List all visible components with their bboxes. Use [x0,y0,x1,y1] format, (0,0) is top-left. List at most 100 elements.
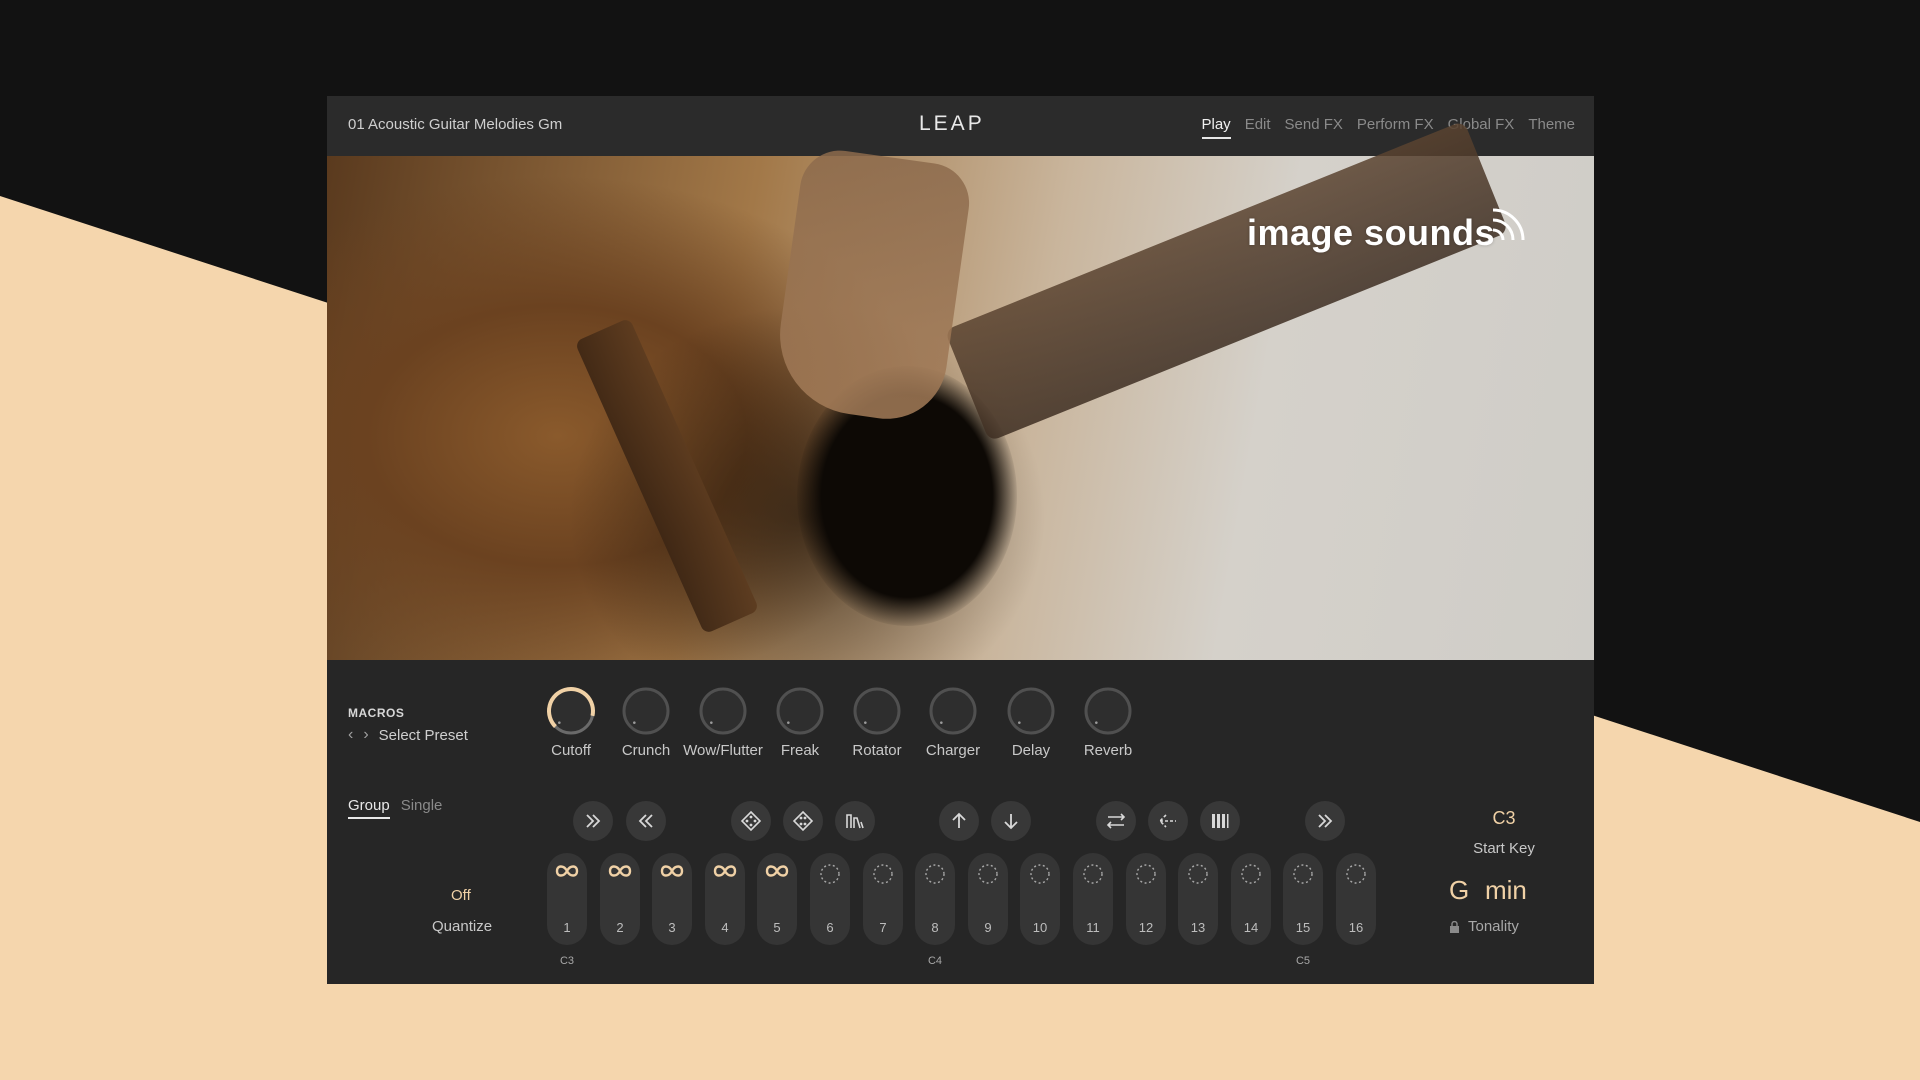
tonality-label-row: Tonality [1449,918,1519,935]
pad-number: 2 [616,920,624,935]
bars-button[interactable] [1200,801,1240,841]
empty-slot-icon [873,864,893,884]
pad-12[interactable]: 12 [1126,853,1166,945]
start-key-value[interactable]: C3 [1474,808,1534,829]
pad-8[interactable]: 8 [915,853,955,945]
empty-slot-icon [1293,864,1313,884]
rewind-icon [638,814,653,828]
fast-forward-icon [586,814,601,828]
leap-plugin-window: 01 Acoustic Guitar Melodies Gm LEAP Play… [327,96,1594,984]
tab-send-fx[interactable]: Send FX [1285,116,1343,139]
quantize-label: Quantize [432,918,493,935]
skip-forward-button[interactable] [1305,801,1345,841]
pad-4[interactable]: 4 [705,853,745,945]
empty-slot-icon [925,864,945,884]
knob-dial[interactable] [621,686,671,736]
dice-icon [740,810,762,832]
swap-button[interactable] [1096,801,1136,841]
pad-number: 13 [1190,920,1206,935]
tab-perform-fx[interactable]: Perform FX [1357,116,1434,139]
pad-3[interactable]: 3 [652,853,692,945]
brand-logo-text: image sounds [1247,212,1496,253]
tonality-key[interactable]: G [1449,875,1469,906]
pad-5[interactable]: 5 [757,853,797,945]
tab-play[interactable]: Play [1201,116,1231,139]
pad-number: 6 [826,920,834,935]
tab-group[interactable]: Group [348,797,390,819]
randomize-alt-button[interactable] [783,801,823,841]
pad-9[interactable]: 9 [968,853,1008,945]
dice-alt-icon [792,810,814,832]
empty-slot-icon [1346,864,1366,884]
octave-down-button[interactable] [991,801,1031,841]
empty-slot-icon [978,864,998,884]
infinity-icon [555,865,579,877]
empty-slot-icon [1241,864,1261,884]
pad-6[interactable]: 6 [810,853,850,945]
pad-number: 12 [1138,920,1154,935]
key-label-c5: C5 [1295,955,1311,967]
pad-16[interactable]: 16 [1336,853,1376,945]
skip-forward-icon [1318,814,1333,828]
reverse-button[interactable] [1148,801,1188,841]
infinity-icon [765,865,789,877]
empty-slot-icon [1188,864,1208,884]
key-label-c3: C3 [559,955,575,967]
pad-number: 4 [721,920,729,935]
brand-waves-icon [1492,208,1525,241]
chevron-left-icon[interactable]: ‹ [348,726,353,744]
knob-dial[interactable] [1006,686,1056,736]
macro-preset-selector[interactable]: ‹ › Select Preset [348,726,468,744]
rewind-button[interactable] [626,801,666,841]
octave-up-button[interactable] [939,801,979,841]
bars-icon [1212,814,1229,828]
randomize-button[interactable] [731,801,771,841]
guitar-neck-shape [944,120,1509,442]
tonality-label: Tonality [1468,918,1519,935]
empty-slot-icon [1030,864,1050,884]
knob-dial[interactable] [852,686,902,736]
quantize-value[interactable]: Off [451,887,471,904]
hero-image-guitar: image sounds [327,120,1594,660]
pad-1[interactable]: 1 [547,853,587,945]
knob-dial[interactable] [546,686,596,736]
select-preset-label[interactable]: Select Preset [379,727,468,744]
fast-forward-button[interactable] [573,801,613,841]
pad-number: 1 [563,920,571,935]
waveform-button[interactable] [835,801,875,841]
knob-dial[interactable] [928,686,978,736]
chevron-right-icon[interactable]: › [363,726,368,744]
pad-number: 3 [668,920,676,935]
knob-reverb[interactable]: Reverb [1058,686,1158,759]
pad-number: 9 [984,920,992,935]
knob-dial[interactable] [775,686,825,736]
lock-icon[interactable] [1449,920,1460,933]
pad-number: 10 [1032,920,1048,935]
pad-number: 15 [1295,920,1311,935]
pad-13[interactable]: 13 [1178,853,1218,945]
tonality-mode[interactable]: min [1485,875,1527,906]
swap-icon [1106,813,1126,829]
waveform-icon [846,814,864,829]
knob-dial[interactable] [1083,686,1133,736]
tab-theme[interactable]: Theme [1528,116,1575,139]
pad-14[interactable]: 14 [1231,853,1271,945]
tab-edit[interactable]: Edit [1245,116,1271,139]
pad-10[interactable]: 10 [1020,853,1060,945]
pad-number: 14 [1243,920,1259,935]
key-label-c4: C4 [927,955,943,967]
pad-7[interactable]: 7 [863,853,903,945]
tab-single[interactable]: Single [401,797,443,819]
pad-number: 8 [931,920,939,935]
leap-logo: LEAP [919,112,985,135]
infinity-icon [660,865,684,877]
pad-11[interactable]: 11 [1073,853,1113,945]
pad-2[interactable]: 2 [600,853,640,945]
arrow-up-icon [952,812,966,828]
infinity-icon [608,865,632,877]
pad-15[interactable]: 15 [1283,853,1323,945]
arrow-down-icon [1004,814,1018,830]
knob-dial[interactable] [698,686,748,736]
empty-slot-icon [1083,864,1103,884]
pad-number: 7 [879,920,887,935]
